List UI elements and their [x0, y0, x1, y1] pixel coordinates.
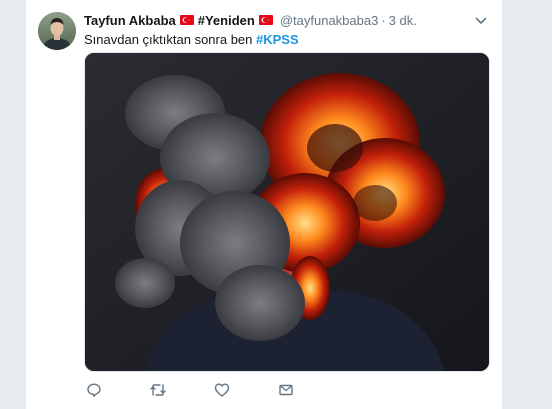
tweet-body: Sınavdan çıktıktan sonra ben — [84, 32, 253, 47]
tweet-time[interactable]: 3 dk. — [389, 12, 417, 30]
tweet-actions — [84, 380, 384, 402]
tweet-text: Sınavdan çıktıktan sonra ben #KPSS — [84, 31, 299, 48]
envelope-icon[interactable] — [276, 380, 296, 400]
author-tagline: #Yeniden — [197, 13, 255, 28]
chevron-down-icon[interactable] — [474, 14, 488, 28]
avatar[interactable] — [38, 12, 76, 50]
heart-icon[interactable] — [212, 380, 232, 400]
timeline-background: Tayfun Akbaba #Yeniden @tayfunakbaba3 · … — [0, 0, 552, 409]
tweet-card[interactable]: Tayfun Akbaba #Yeniden @tayfunakbaba3 · … — [25, 0, 503, 409]
hashtag-link[interactable]: #KPSS — [256, 32, 299, 47]
turkey-flag-icon — [179, 12, 194, 30]
turkey-flag-icon — [258, 12, 273, 30]
reply-icon[interactable] — [84, 380, 104, 400]
tweet-header: Tayfun Akbaba #Yeniden @tayfunakbaba3 · … — [84, 12, 417, 30]
author-name[interactable]: Tayfun Akbaba — [84, 12, 176, 30]
separator-dot: · — [381, 13, 386, 28]
author-handle[interactable]: @tayfunakbaba3 — [280, 12, 379, 30]
retweet-icon[interactable] — [148, 380, 168, 400]
tweet-media-image[interactable] — [84, 52, 490, 372]
